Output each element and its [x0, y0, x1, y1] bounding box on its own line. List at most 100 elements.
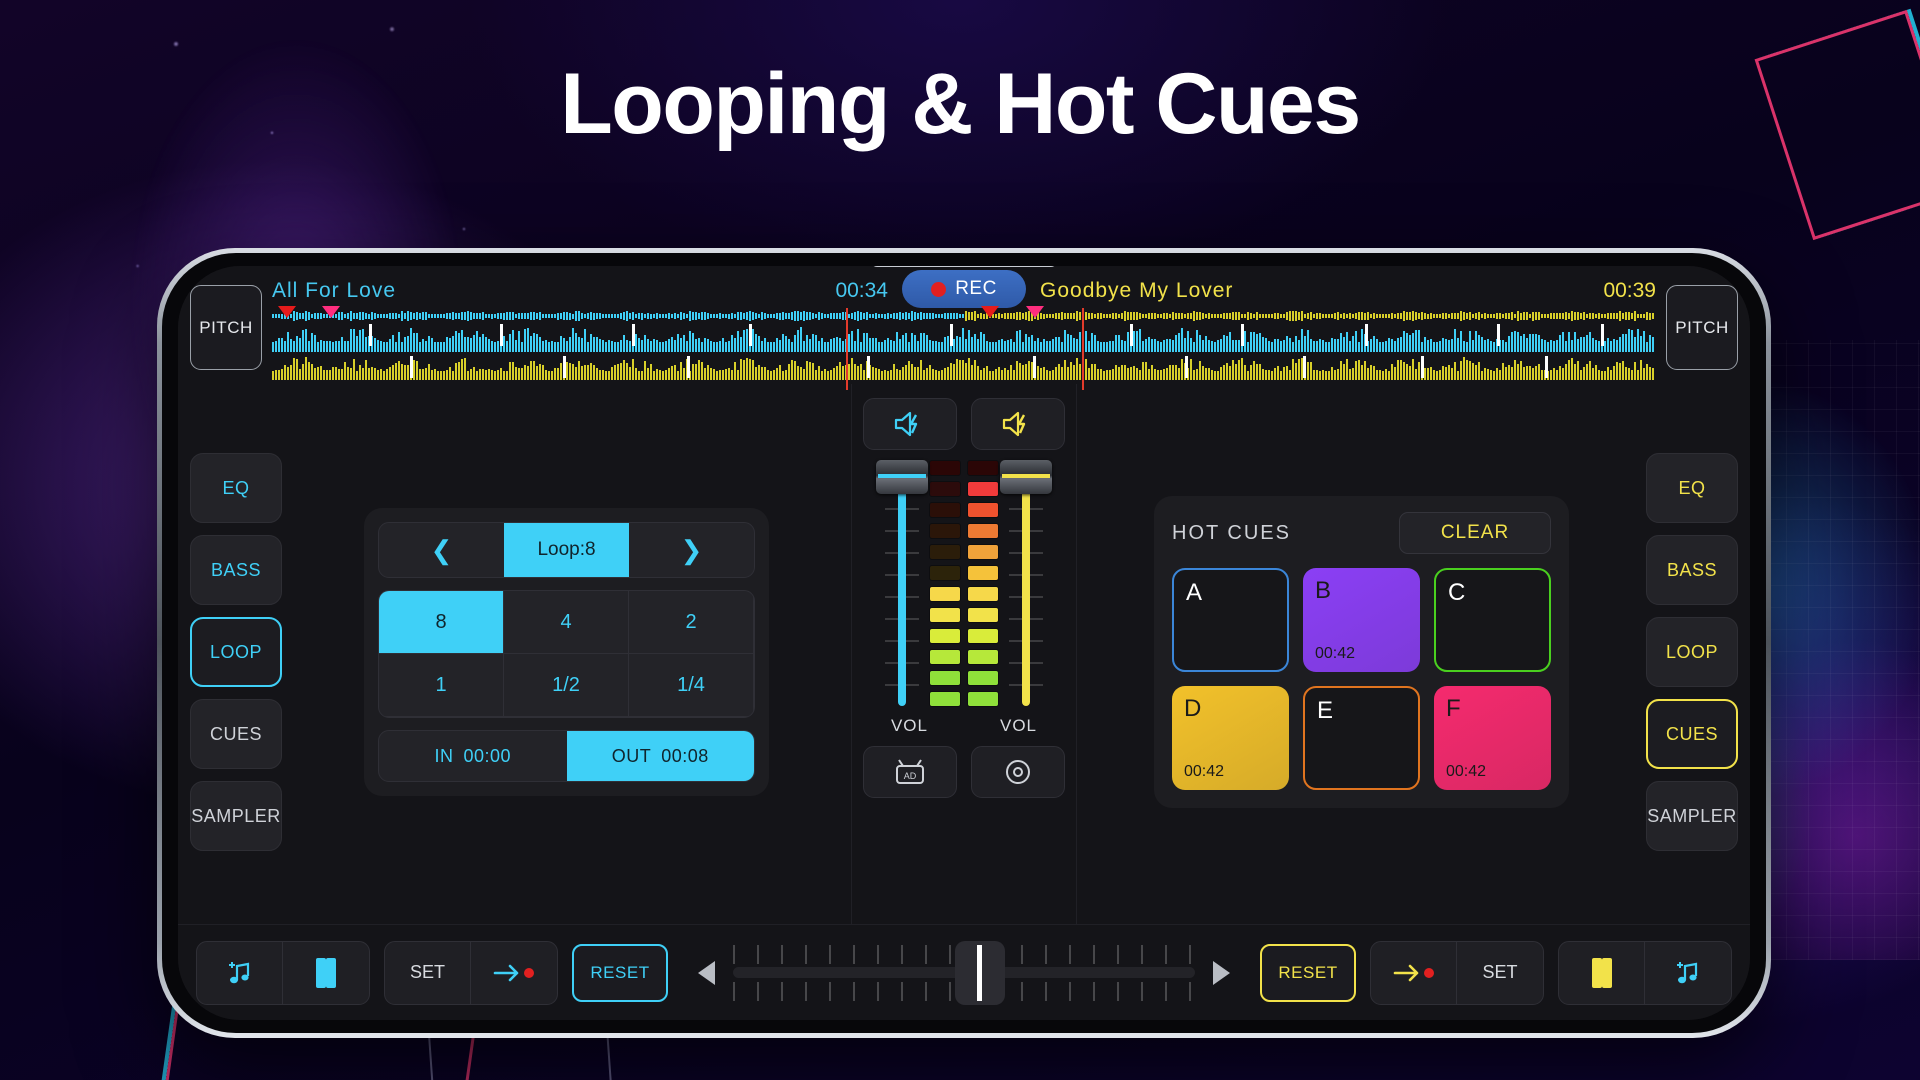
rail-button-a-bass[interactable]: BASS — [190, 535, 282, 605]
loop-out-button[interactable]: OUT 00:08 — [566, 731, 754, 781]
hot-cue-pad-e[interactable]: E — [1303, 686, 1420, 790]
loop-size-1-2[interactable]: 1/2 — [504, 654, 629, 717]
loop-current-label[interactable]: Loop:8 — [504, 523, 629, 577]
waveform-bar — [1373, 335, 1375, 352]
waveform-bar — [1406, 363, 1408, 380]
waveform-bar — [1625, 366, 1627, 380]
waveform-bar — [923, 313, 925, 319]
waveform-bar — [344, 340, 346, 352]
hot-cue-pad-c[interactable]: C — [1434, 568, 1551, 672]
triangle-right-icon[interactable] — [1213, 960, 1230, 985]
loop-size-1[interactable]: 1 — [379, 654, 504, 717]
volume-fader-right[interactable] — [1000, 460, 1052, 706]
waveform-bar — [1157, 313, 1159, 319]
arrow-to-cue-icon-left[interactable] — [471, 942, 557, 1004]
waveform-bar — [1646, 341, 1648, 352]
waveform-bar — [701, 311, 703, 321]
crossfader[interactable] — [733, 940, 1195, 1005]
pause-button-left[interactable] — [283, 942, 369, 1004]
loop-size-2[interactable]: 2 — [629, 591, 754, 654]
waveform-bar — [1460, 311, 1462, 321]
rail-button-a-eq[interactable]: EQ — [190, 453, 282, 523]
waveform-bar — [1160, 313, 1162, 319]
waveform-display[interactable] — [272, 306, 1656, 390]
chevron-right-icon[interactable]: ❯ — [629, 523, 754, 577]
waveform-bar — [824, 369, 826, 380]
hot-cue-pad-f[interactable]: F 00:42 — [1434, 686, 1551, 790]
waveform-bar — [1511, 312, 1513, 320]
waveform-bar — [1241, 313, 1243, 319]
waveform-bar — [560, 336, 562, 352]
reset-button-left[interactable]: RESET — [572, 943, 668, 1002]
waveform-bar — [956, 359, 958, 380]
waveform-bar — [641, 340, 643, 352]
volume-fader-left[interactable] — [876, 460, 928, 706]
waveform-bar — [1127, 368, 1129, 380]
waveform-bar — [461, 358, 463, 380]
rail-button-a-loop[interactable]: LOOP — [190, 617, 282, 687]
rail-button-label: SAMPLER — [191, 805, 281, 826]
triangle-left-icon[interactable] — [698, 960, 715, 985]
chevron-left-icon[interactable]: ❮ — [379, 523, 504, 577]
rail-button-a-sampler[interactable]: SAMPLER — [190, 781, 282, 851]
waveform-bar — [1562, 312, 1564, 320]
loop-in-button[interactable]: IN 00:00 — [379, 731, 567, 781]
waveform-bar — [779, 364, 781, 380]
ad-icon[interactable]: AD — [863, 746, 957, 798]
waveform-bar — [704, 312, 706, 320]
loop-size-4[interactable]: 4 — [504, 591, 629, 654]
waveform-bar — [761, 312, 763, 320]
record-button[interactable]: REC — [902, 270, 1026, 308]
rail-button-b-loop[interactable]: LOOP — [1646, 617, 1738, 687]
arrow-to-cue-icon-right[interactable] — [1371, 941, 1457, 1004]
waveform-bar — [740, 337, 742, 352]
speaker-bolt-icon-right[interactable] — [971, 398, 1065, 450]
waveform-bar — [839, 312, 841, 320]
clear-cues-button[interactable]: CLEAR — [1399, 512, 1551, 554]
fader-handle-left[interactable] — [876, 460, 928, 494]
waveform-bar — [1334, 370, 1336, 380]
cue-marker — [562, 356, 566, 378]
waveform-bar — [293, 358, 295, 380]
waveform-bar — [1262, 368, 1264, 380]
speaker-bolt-icon-left[interactable] — [863, 398, 957, 450]
pitch-button-left[interactable]: PITCH — [190, 285, 262, 370]
set-cue-button-left[interactable]: SET — [385, 941, 471, 1004]
waveform-bar — [380, 341, 382, 352]
waveform-bar — [635, 333, 637, 352]
waveform-bar — [1199, 360, 1201, 380]
hot-cue-pad-d[interactable]: D 00:42 — [1172, 686, 1289, 790]
waveform-bar — [998, 366, 1000, 380]
add-music-note-icon-left[interactable] — [197, 941, 283, 1004]
set-cue-button-right[interactable]: SET — [1457, 942, 1543, 1004]
pitch-button-right[interactable]: PITCH — [1666, 285, 1738, 370]
rail-button-b-cues[interactable]: CUES — [1646, 699, 1738, 769]
rail-button-b-sampler[interactable]: SAMPLER — [1646, 781, 1738, 851]
record-disc-icon[interactable] — [971, 746, 1065, 798]
waveform-bar — [1238, 339, 1240, 352]
crossfader-handle[interactable] — [954, 940, 1005, 1005]
waveform-bar — [926, 313, 928, 319]
reset-button-right[interactable]: RESET — [1260, 943, 1356, 1002]
waveform-bar — [524, 313, 526, 319]
rail-button-b-eq[interactable]: EQ — [1646, 453, 1738, 523]
waveform-bar — [1139, 312, 1141, 320]
waveform-bar — [1115, 335, 1117, 352]
rail-button-a-cues[interactable]: CUES — [190, 699, 282, 769]
waveform-bar — [1514, 330, 1516, 352]
rail-button-b-bass[interactable]: BASS — [1646, 535, 1738, 605]
waveform-bar — [902, 334, 904, 352]
waveform-bar — [1175, 313, 1177, 319]
loop-size-1-4[interactable]: 1/4 — [629, 654, 754, 717]
waveform-bar — [1022, 313, 1024, 319]
waveform-bar — [1508, 336, 1510, 352]
waveform-bar — [1235, 339, 1237, 352]
add-music-note-icon-right[interactable] — [1645, 942, 1731, 1004]
hot-cue-pad-b[interactable]: B 00:42 — [1303, 568, 1420, 672]
loop-size-8[interactable]: 8 — [379, 591, 504, 654]
hot-cue-pad-a[interactable]: A — [1172, 568, 1289, 672]
fader-handle-right[interactable] — [1000, 460, 1052, 494]
waveform-bar — [1172, 339, 1174, 352]
waveform-bar — [1511, 332, 1513, 352]
pause-button-right[interactable] — [1559, 941, 1645, 1004]
